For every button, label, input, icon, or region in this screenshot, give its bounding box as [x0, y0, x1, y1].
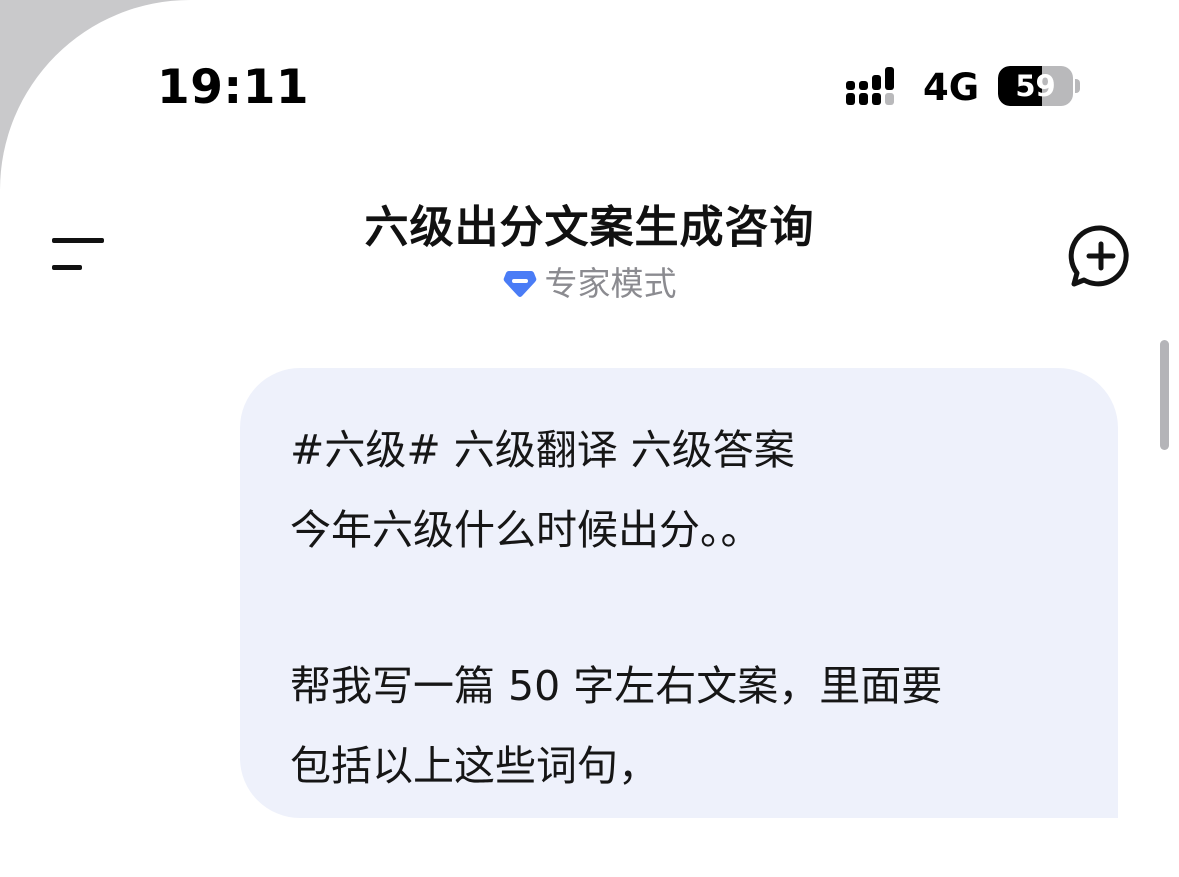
message-line: 包括以上这些词句，: [290, 742, 659, 790]
new-chat-icon[interactable]: [1066, 222, 1136, 292]
battery-icon: 59: [998, 66, 1082, 108]
mode-indicator[interactable]: 专家模式: [503, 262, 677, 306]
chat-header: 六级出分文案生成咨询 专家模式: [200, 198, 979, 306]
chat-title[interactable]: 六级出分文案生成咨询: [200, 198, 979, 258]
message-line: 帮我写一篇 50 字左右文案，里面要: [290, 662, 943, 710]
message-line: #六级# 六级翻译 六级答案: [290, 426, 795, 474]
message-line: 今年六级什么时候出分。。: [290, 506, 762, 554]
network-type: 4G: [923, 66, 980, 109]
battery-level: 59: [1015, 69, 1056, 103]
chat-screen: 19:11 4G 59 六级出分文案生成咨询 专家模式 #六级# 六级翻译 六级…: [0, 0, 1179, 877]
diamond-icon: [503, 271, 536, 297]
user-message-bubble[interactable]: #六级# 六级翻译 六级答案 今年六级什么时候出分。。 帮我写一篇 50 字左右…: [240, 368, 1118, 818]
scrollbar[interactable]: [1160, 340, 1169, 450]
menu-icon: [52, 238, 104, 243]
cellular-signal-icon: [846, 67, 894, 105]
mode-label: 专家模式: [544, 264, 677, 303]
menu-button[interactable]: [48, 230, 108, 278]
status-time: 19:11: [157, 60, 310, 115]
